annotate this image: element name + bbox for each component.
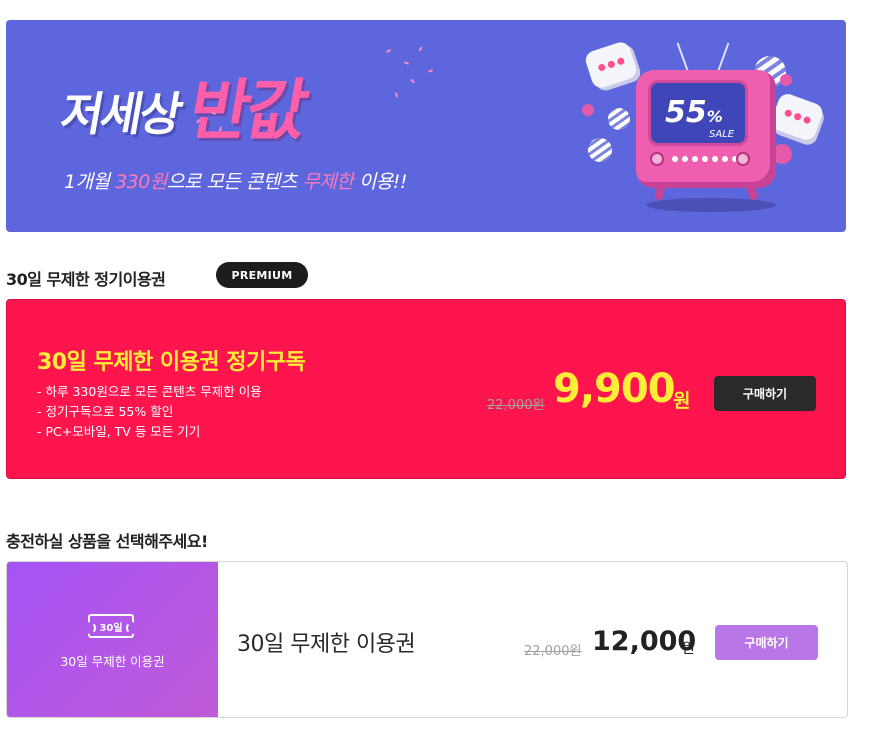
banner-title-pink: 반값 [183,72,311,149]
premium-feature-item: - PC+모바일, TV 등 모든 기기 [37,424,201,439]
decor-ball [588,138,612,162]
product-name: 30일 무제한 이용권 [237,632,416,657]
premium-feature-list: - 하루 330원으로 모든 콘텐츠 무제한 이용 - 정기구독으로 55% 할… [37,382,262,442]
decor-ball [582,104,594,116]
tv-icon: 55% SALE [636,42,776,212]
premium-section-heading: 30일 무제한 정기이용권 [6,270,166,289]
charge-section-heading: 충전하실 상품을 선택해주세요! [6,532,208,551]
chat-bubble-icon [583,39,639,91]
tv-discount: 55% [665,95,723,130]
ticket-icon: 30일 [85,614,137,638]
banner-subtitle: 1개월 330원으로 모든 콘텐츠 무제한 이용!! [64,171,408,193]
product-currency: 원 [682,641,695,657]
premium-buy-button[interactable]: 구매하기 [714,376,816,411]
premium-currency: 원 [673,390,691,412]
tv-sale-label: SALE [709,129,735,140]
product-thumbnail: 30일 30일 무제한 이용권 [7,562,218,717]
premium-subscription-card: 30일 무제한 이용권 정기구독 - 하루 330원으로 모든 콘텐츠 무제한 … [6,299,846,479]
premium-badge: PREMIUM [216,262,308,288]
premium-feature-item: - 하루 330원으로 모든 콘텐츠 무제한 이용 [37,384,262,399]
product-price: 12,000 [592,626,697,657]
product-buy-button[interactable]: 구매하기 [715,625,818,660]
premium-price: 9,900 [553,366,676,412]
product-original-price: 22,000원 [524,644,582,659]
premium-feature-item: - 정기구독으로 55% 할인 [37,404,174,419]
decor-ball [780,74,792,86]
promo-banner[interactable]: 저세상 반값 1개월 330원으로 모든 콘텐츠 무제한 이용!! 55% SA… [6,20,846,232]
banner-title: 저세상 반값 [57,64,311,149]
product-card-30day: 30일 30일 무제한 이용권 30일 무제한 이용권 22,000원 12,0… [6,561,848,718]
premium-card-title: 30일 무제한 이용권 정기구독 [37,350,306,375]
chat-bubble-icon [768,91,826,143]
ticket-label: 30일 [99,622,123,634]
product-thumbnail-label: 30일 무제한 이용권 [60,654,165,669]
banner-title-white: 저세상 [56,87,185,141]
decor-ball [608,108,630,130]
premium-original-price: 22,000원 [487,398,545,413]
